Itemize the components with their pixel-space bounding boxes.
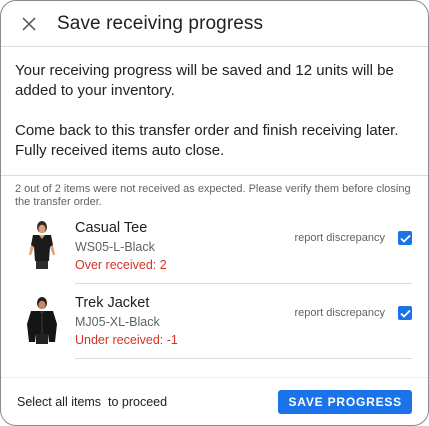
report-discrepancy-label: report discrepancy <box>294 232 386 244</box>
discrepancy-notice: 2 out of 2 items were not received as ex… <box>15 183 411 208</box>
check-icon <box>399 234 411 243</box>
item-list: Casual Tee WS05-L-Black Over received: 2… <box>1 209 428 359</box>
item-discrepancy-status: Over received: 2 <box>75 257 167 272</box>
footer-hint: Select all items to proceed <box>17 394 168 409</box>
dialog-footer: Select all items to proceed SAVE PROGRES… <box>1 377 428 425</box>
product-image-trek-jacket <box>21 295 63 347</box>
item-name: Casual Tee <box>75 219 148 236</box>
product-image-casual-tee <box>21 220 63 272</box>
item-divider <box>75 358 412 359</box>
save-progress-button[interactable]: SAVE PROGRESS <box>278 389 412 414</box>
list-item: Casual Tee WS05-L-Black Over received: 2… <box>1 209 428 283</box>
message-save-info: Your receiving progress will be saved an… <box>15 62 394 99</box>
close-icon <box>22 16 36 31</box>
message-come-back: Come back to this transfer order and fin… <box>15 122 399 159</box>
check-icon <box>399 309 411 318</box>
list-item: Trek Jacket MJ05-XL-Black Under received… <box>1 284 428 358</box>
report-discrepancy-checkbox[interactable] <box>398 231 412 245</box>
item-discrepancy-status: Under received: -1 <box>75 332 178 347</box>
item-info: Trek Jacket MJ05-XL-Black Under received… <box>75 294 295 349</box>
item-name: Trek Jacket <box>75 294 150 311</box>
dialog-header: Save receiving progress <box>1 1 428 47</box>
save-progress-dialog: Save receiving progress Your receiving p… <box>0 0 429 426</box>
report-discrepancy-checkbox[interactable] <box>398 306 412 320</box>
report-discrepancy-label: report discrepancy <box>294 307 386 319</box>
dialog-title: Save receiving progress <box>57 12 264 34</box>
item-sku: MJ05-XL-Black <box>75 314 160 329</box>
close-button[interactable] <box>17 12 41 36</box>
dialog-message: Your receiving progress will be saved an… <box>1 47 428 161</box>
item-info: Casual Tee WS05-L-Black Over received: 2 <box>75 219 295 274</box>
item-sku: WS05-L-Black <box>75 239 155 254</box>
